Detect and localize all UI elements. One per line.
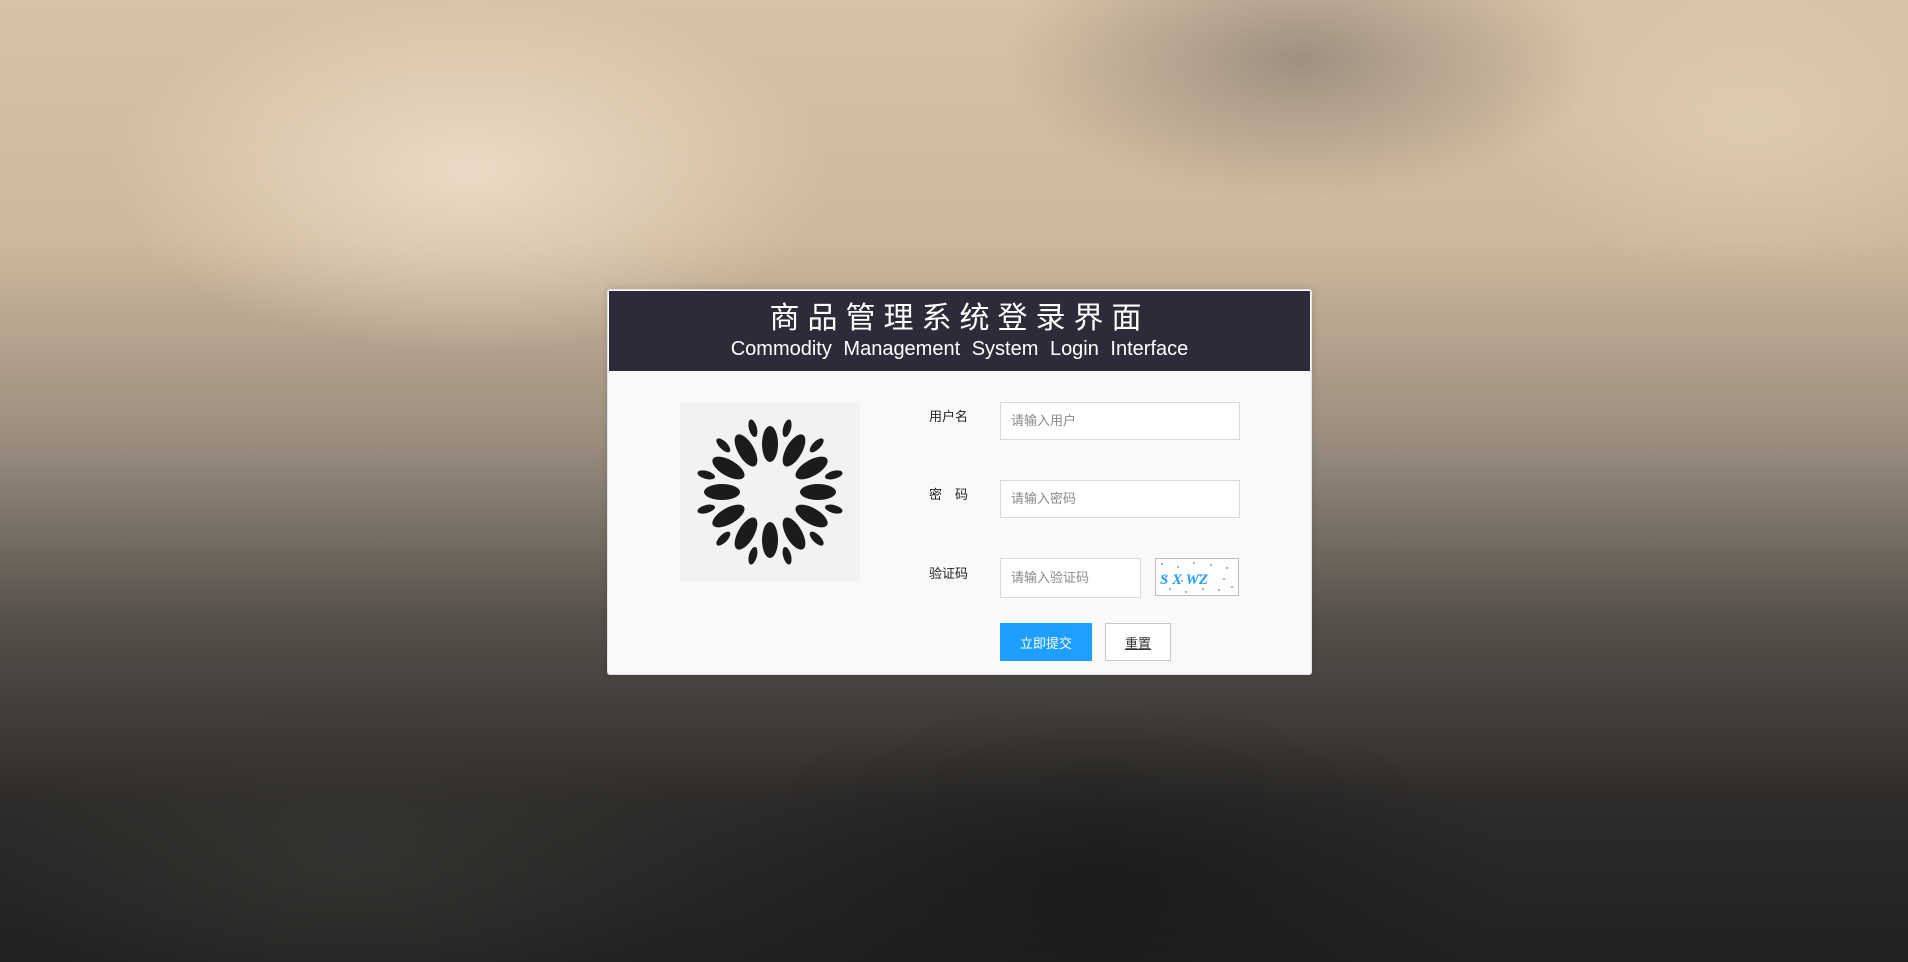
captcha-text: S X WZ [1160, 572, 1208, 588]
username-input[interactable] [1000, 402, 1240, 440]
login-card: 商品管理系统登录界面 Commodity Management System L… [607, 289, 1312, 675]
captcha-label: 验证码 [928, 567, 968, 582]
username-label: 用户名 [928, 410, 968, 425]
captcha-image[interactable]: S X WZ [1155, 558, 1239, 596]
page-subtitle: Commodity Management System Login Interf… [730, 338, 1189, 360]
captcha-input[interactable] [1000, 558, 1141, 598]
password-input[interactable] [1000, 480, 1240, 518]
submit-button[interactable]: 立即提交 [1000, 623, 1092, 661]
password-label: 密 码 [928, 488, 968, 503]
page-title: 商品管理系统登录界面 [769, 301, 1150, 336]
reset-button[interactable]: 重置 [1105, 623, 1171, 661]
flower-logo-icon [680, 402, 860, 582]
login-header: 商品管理系统登录界面 Commodity Management System L… [609, 291, 1310, 371]
